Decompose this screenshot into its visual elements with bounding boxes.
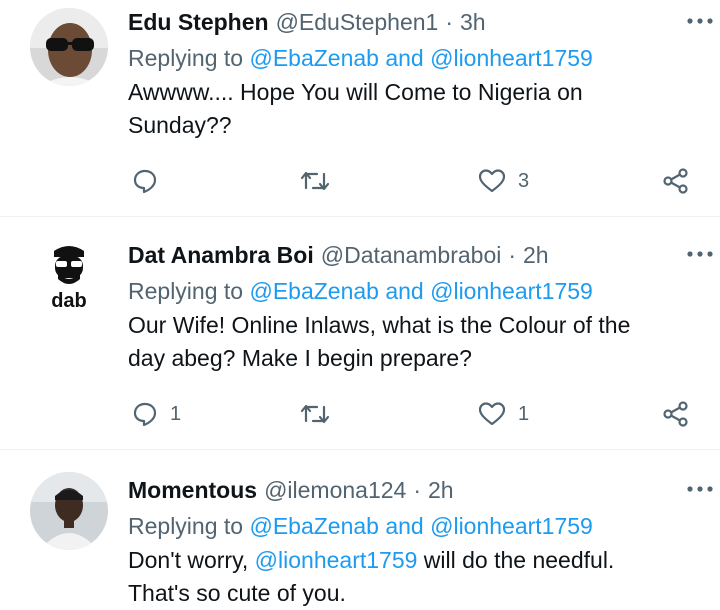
separator-dot: ·	[445, 9, 453, 35]
replying-to-targets[interactable]: @EbaZenab and @lionheart1759	[249, 278, 592, 304]
tweet-actions: 1 1	[128, 397, 700, 431]
tweet-header: Momentous @ilemona124 · 2h	[128, 474, 700, 506]
tweet-reply[interactable]: Edu Stephen @EduStephen1 · 3h Replying t…	[0, 0, 720, 217]
author-name[interactable]: Edu Stephen	[128, 6, 269, 38]
replying-to-label: Replying to	[128, 513, 244, 539]
author-handle[interactable]: @EduStephen1	[276, 6, 439, 38]
timestamp[interactable]: 2h	[523, 239, 549, 271]
mention-link[interactable]: @lionheart1759	[255, 547, 418, 573]
tweet-text: Our Wife! Online Inlaws, what is the Col…	[128, 309, 700, 375]
more-horizontal-icon[interactable]	[686, 14, 714, 28]
like-button[interactable]: 3	[478, 164, 529, 198]
tweet-text-line: Don't worry, @lionheart1759 will do the …	[128, 544, 700, 577]
retweet-icon	[300, 404, 330, 424]
like-count: 3	[518, 169, 530, 192]
share-icon	[663, 401, 688, 427]
tweet-actions: 3	[128, 164, 700, 198]
more-horizontal-icon[interactable]	[686, 247, 714, 261]
tweet-text-line: Sunday??	[128, 112, 232, 138]
reply-icon	[133, 169, 157, 194]
tweet-body: Momentous @ilemona124 · 2h Replying to @…	[128, 474, 700, 610]
author-name[interactable]: Dat Anambra Boi	[128, 239, 314, 271]
tweet-text: Don't worry, @lionheart1759 will do the …	[128, 544, 700, 610]
tweet-body: Dat Anambra Boi @Datanambraboi · 2h Repl…	[128, 239, 700, 375]
tweet-reply[interactable]: dab Dat Anambra Boi @Datanambraboi · 2h …	[0, 217, 720, 450]
tweet-text-line: day abeg? Make I begin prepare?	[128, 345, 472, 371]
tweet-header: Edu Stephen @EduStephen1 · 3h	[128, 6, 700, 38]
replying-to: Replying to @EbaZenab and @lionheart1759	[128, 275, 700, 307]
more-horizontal-icon[interactable]	[686, 482, 714, 496]
share-button[interactable]	[662, 164, 690, 198]
timestamp[interactable]: 3h	[460, 6, 486, 38]
tweet-header: Dat Anambra Boi @Datanambraboi · 2h	[128, 239, 700, 271]
tweet-text-line: That's so cute of you.	[128, 580, 346, 606]
replying-to-targets[interactable]: @EbaZenab and @lionheart1759	[249, 45, 592, 71]
replying-to: Replying to @EbaZenab and @lionheart1759	[128, 510, 700, 542]
share-button[interactable]	[662, 397, 690, 431]
timestamp[interactable]: 2h	[428, 474, 454, 506]
share-icon	[663, 168, 688, 194]
author-handle[interactable]: @ilemona124	[264, 474, 406, 506]
author-handle[interactable]: @Datanambraboi	[321, 239, 502, 271]
retweet-button[interactable]	[300, 397, 342, 431]
like-count: 1	[518, 402, 530, 425]
like-button[interactable]: 1	[478, 397, 529, 431]
reply-icon	[133, 402, 157, 427]
separator-dot: ·	[413, 477, 422, 503]
replying-to-label: Replying to	[128, 45, 244, 71]
separator-dot: ·	[508, 242, 517, 268]
replying-to-targets[interactable]: @EbaZenab and @lionheart1759	[249, 513, 592, 539]
avatar[interactable]	[30, 472, 108, 550]
reply-button[interactable]	[132, 164, 170, 198]
author-name[interactable]: Momentous	[128, 474, 257, 506]
tweet-text-line: Awwww.... Hope You will Come to Nigeria …	[128, 79, 583, 105]
tweet-text-line: Our Wife! Online Inlaws, what is the Col…	[128, 312, 631, 338]
tweet-reply[interactable]: Momentous @ilemona124 · 2h Replying to @…	[0, 450, 720, 609]
reply-button[interactable]: 1	[132, 397, 181, 431]
avatar[interactable]: dab	[30, 239, 108, 317]
reply-count: 1	[170, 402, 182, 425]
tweet-body: Edu Stephen @EduStephen1 · 3h Replying t…	[128, 6, 700, 142]
replying-to: Replying to @EbaZenab and @lionheart1759	[128, 42, 700, 74]
retweet-icon	[300, 171, 330, 191]
tweet-text: Awwww.... Hope You will Come to Nigeria …	[128, 76, 700, 142]
reply-feed: Edu Stephen @EduStephen1 · 3h Replying t…	[0, 0, 720, 609]
avatar-logo-text: dab	[51, 290, 87, 312]
avatar[interactable]	[30, 8, 108, 86]
tweet-text-segment: will do the needful.	[417, 547, 615, 573]
retweet-button[interactable]	[300, 164, 342, 198]
heart-icon	[478, 169, 506, 193]
heart-icon	[478, 402, 506, 426]
tweet-text-segment: Don't worry,	[128, 547, 255, 573]
replying-to-label: Replying to	[128, 278, 244, 304]
